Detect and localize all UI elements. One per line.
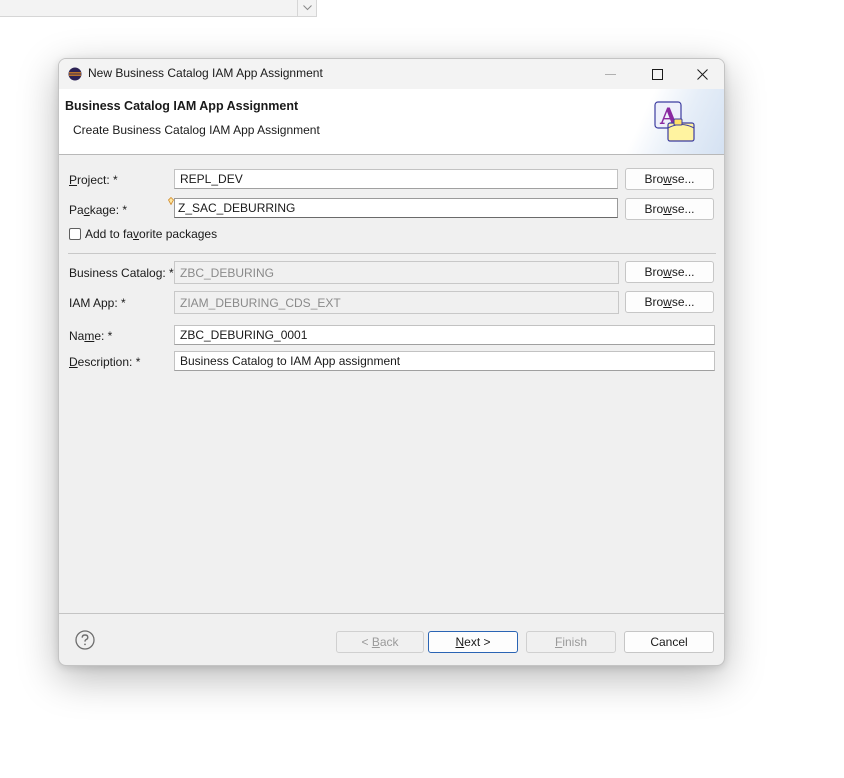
chevron-down-icon[interactable] [297, 0, 316, 16]
close-button[interactable] [679, 59, 724, 89]
business-catalog-label: Business Catalog: * [69, 266, 174, 280]
dialog-title: New Business Catalog IAM App Assignment [88, 66, 323, 80]
finish-button[interactable]: Finish [526, 631, 616, 653]
project-browse-button[interactable]: Browse... [625, 168, 714, 190]
project-input[interactable] [174, 169, 618, 189]
eclipse-app-icon [68, 67, 82, 81]
maximize-icon [651, 68, 663, 80]
separator [68, 253, 716, 254]
iam-app-label: IAM App: * [69, 296, 126, 310]
minimize-button[interactable] [587, 59, 633, 89]
footer-separator [59, 613, 724, 614]
name-input[interactable] [174, 325, 715, 345]
title-bar[interactable]: New Business Catalog IAM App Assignment [59, 59, 724, 89]
iam-app-browse-button[interactable]: Browse... [625, 291, 714, 313]
header-gradient [574, 89, 724, 154]
wizard-header: Business Catalog IAM App Assignment Crea… [59, 89, 724, 155]
next-button[interactable]: Next > [428, 631, 518, 653]
page-title: Business Catalog IAM App Assignment [65, 99, 299, 113]
help-icon[interactable] [75, 630, 95, 650]
iam-app-input[interactable] [174, 291, 619, 314]
description-input[interactable] [174, 351, 715, 371]
background-combobox[interactable] [0, 0, 317, 17]
package-input[interactable] [174, 198, 618, 218]
project-label: Project: * [69, 173, 118, 187]
business-catalog-browse-button[interactable]: Browse... [625, 261, 714, 283]
cancel-button[interactable]: Cancel [624, 631, 714, 653]
favorite-packages-label[interactable]: Add to favorite packages [85, 227, 217, 241]
minimize-icon [604, 73, 616, 75]
wizard-dialog: New Business Catalog IAM App Assignment … [58, 58, 725, 666]
package-label: Package: * [69, 203, 128, 217]
maximize-button[interactable] [634, 59, 680, 89]
page-subtitle: Create Business Catalog IAM App Assignme… [73, 123, 320, 137]
description-label: Description: * [69, 355, 141, 369]
name-label: Name: * [69, 329, 113, 343]
business-catalog-input[interactable] [174, 261, 619, 284]
favorite-packages-checkbox[interactable] [69, 228, 81, 240]
close-icon [696, 68, 708, 80]
back-button[interactable]: < Back [336, 631, 424, 653]
package-browse-button[interactable]: Browse... [625, 198, 714, 220]
wizard-banner-icon: A [654, 101, 695, 142]
